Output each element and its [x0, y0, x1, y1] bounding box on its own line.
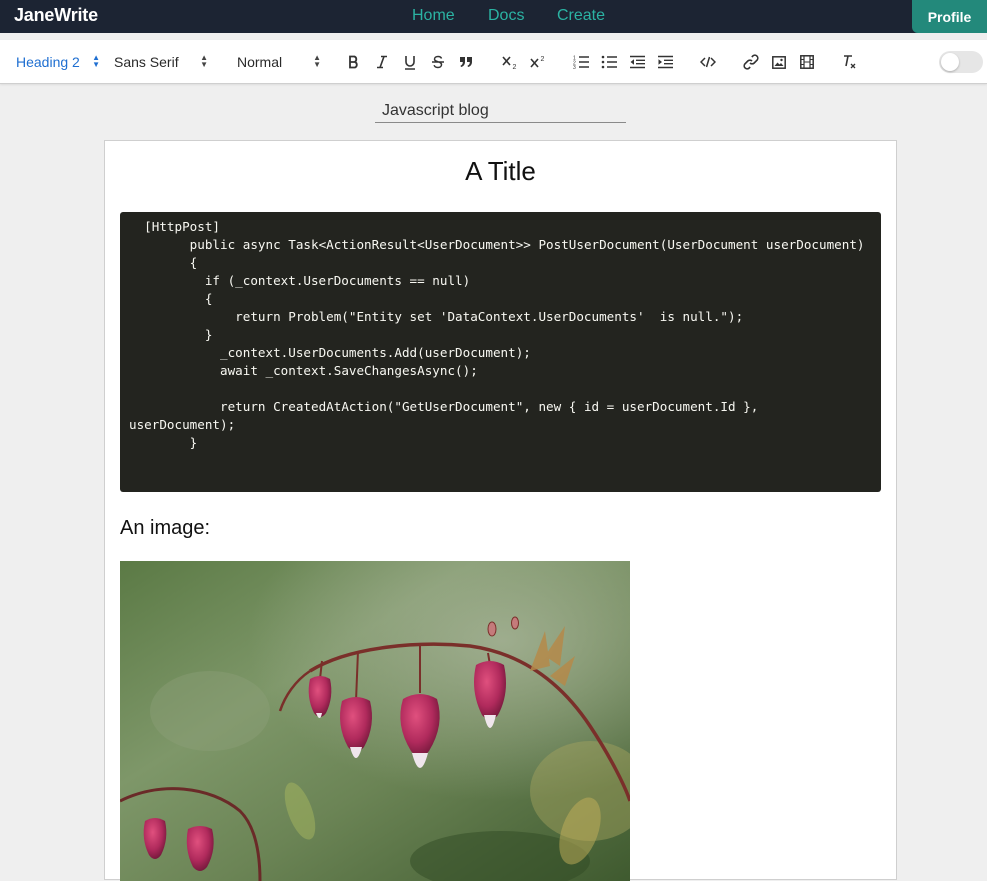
video-button[interactable]	[796, 52, 818, 72]
link-button[interactable]	[740, 52, 762, 72]
top-navbar: JaneWrite Home Docs Create Profile	[0, 0, 987, 33]
nav-docs-link[interactable]: Docs	[488, 7, 524, 25]
strikethrough-icon	[432, 55, 444, 69]
indent-icon	[658, 55, 673, 69]
blockquote-button[interactable]	[455, 52, 477, 72]
strike-button[interactable]	[427, 52, 449, 72]
clear-format-icon	[844, 55, 856, 69]
editor-content-area[interactable]: A Title [HttpPost] public async Task<Act…	[104, 140, 897, 881]
subscript-button[interactable]: 2	[499, 52, 521, 72]
bleeding-heart-flower-picture	[120, 561, 630, 881]
code-icon	[700, 56, 716, 68]
underline-button[interactable]	[399, 52, 421, 72]
image-button[interactable]	[768, 52, 790, 72]
header-select[interactable]: Heading 2 ▲ ▼	[16, 52, 100, 72]
outdent-icon	[630, 55, 645, 69]
ordered-list-button[interactable]: 123	[570, 52, 592, 72]
nav-home-link[interactable]: Home	[412, 7, 455, 25]
size-select-value: Normal	[237, 54, 283, 70]
bold-icon	[349, 55, 358, 69]
font-select[interactable]: Sans Serif ▲ ▼	[114, 52, 208, 72]
italic-button[interactable]	[371, 52, 393, 72]
superscript-icon: 2	[530, 56, 545, 68]
document-heading: A Title	[465, 156, 536, 186]
header-select-value: Heading 2	[16, 54, 80, 70]
profile-button[interactable]: Profile	[912, 0, 987, 33]
superscript-button[interactable]: 2	[527, 52, 549, 72]
link-icon	[743, 54, 759, 70]
image-icon	[772, 55, 786, 69]
outdent-button[interactable]	[626, 52, 648, 72]
ordered-list-icon: 123	[573, 56, 589, 69]
code-block: [HttpPost] public async Task<ActionResul…	[120, 212, 881, 492]
toggle-knob	[941, 53, 959, 71]
underline-icon	[405, 55, 415, 70]
bold-button[interactable]	[343, 52, 365, 72]
brand-logo[interactable]: JaneWrite	[14, 5, 98, 26]
bullet-list-icon	[601, 55, 617, 69]
mode-toggle[interactable]	[939, 51, 983, 73]
svg-text:3: 3	[573, 65, 576, 69]
italic-icon	[377, 55, 387, 69]
select-arrows-icon: ▲ ▼	[200, 53, 208, 69]
video-icon	[800, 55, 814, 69]
quote-icon	[460, 57, 472, 67]
font-select-value: Sans Serif	[114, 54, 179, 70]
select-arrows-icon: ▲ ▼	[92, 53, 100, 69]
nav-create-link[interactable]: Create	[557, 7, 605, 25]
blog-title-input[interactable]	[375, 99, 626, 123]
select-arrows-icon: ▲ ▼	[313, 53, 321, 69]
subscript-icon: 2	[502, 56, 517, 70]
size-select[interactable]: Normal ▲ ▼	[237, 52, 321, 72]
indent-button[interactable]	[654, 52, 676, 72]
image-caption: An image:	[120, 517, 211, 539]
svg-text:2: 2	[513, 64, 517, 70]
svg-text:2: 2	[541, 56, 545, 63]
editor-toolbar: Heading 2 ▲ ▼ Sans Serif ▲ ▼ Normal ▲ ▼ 2 2…	[0, 40, 987, 84]
embedded-flower-image	[120, 561, 630, 881]
bullet-list-button[interactable]	[598, 52, 620, 72]
code-block-button[interactable]	[697, 52, 719, 72]
clear-format-button[interactable]	[839, 52, 861, 72]
